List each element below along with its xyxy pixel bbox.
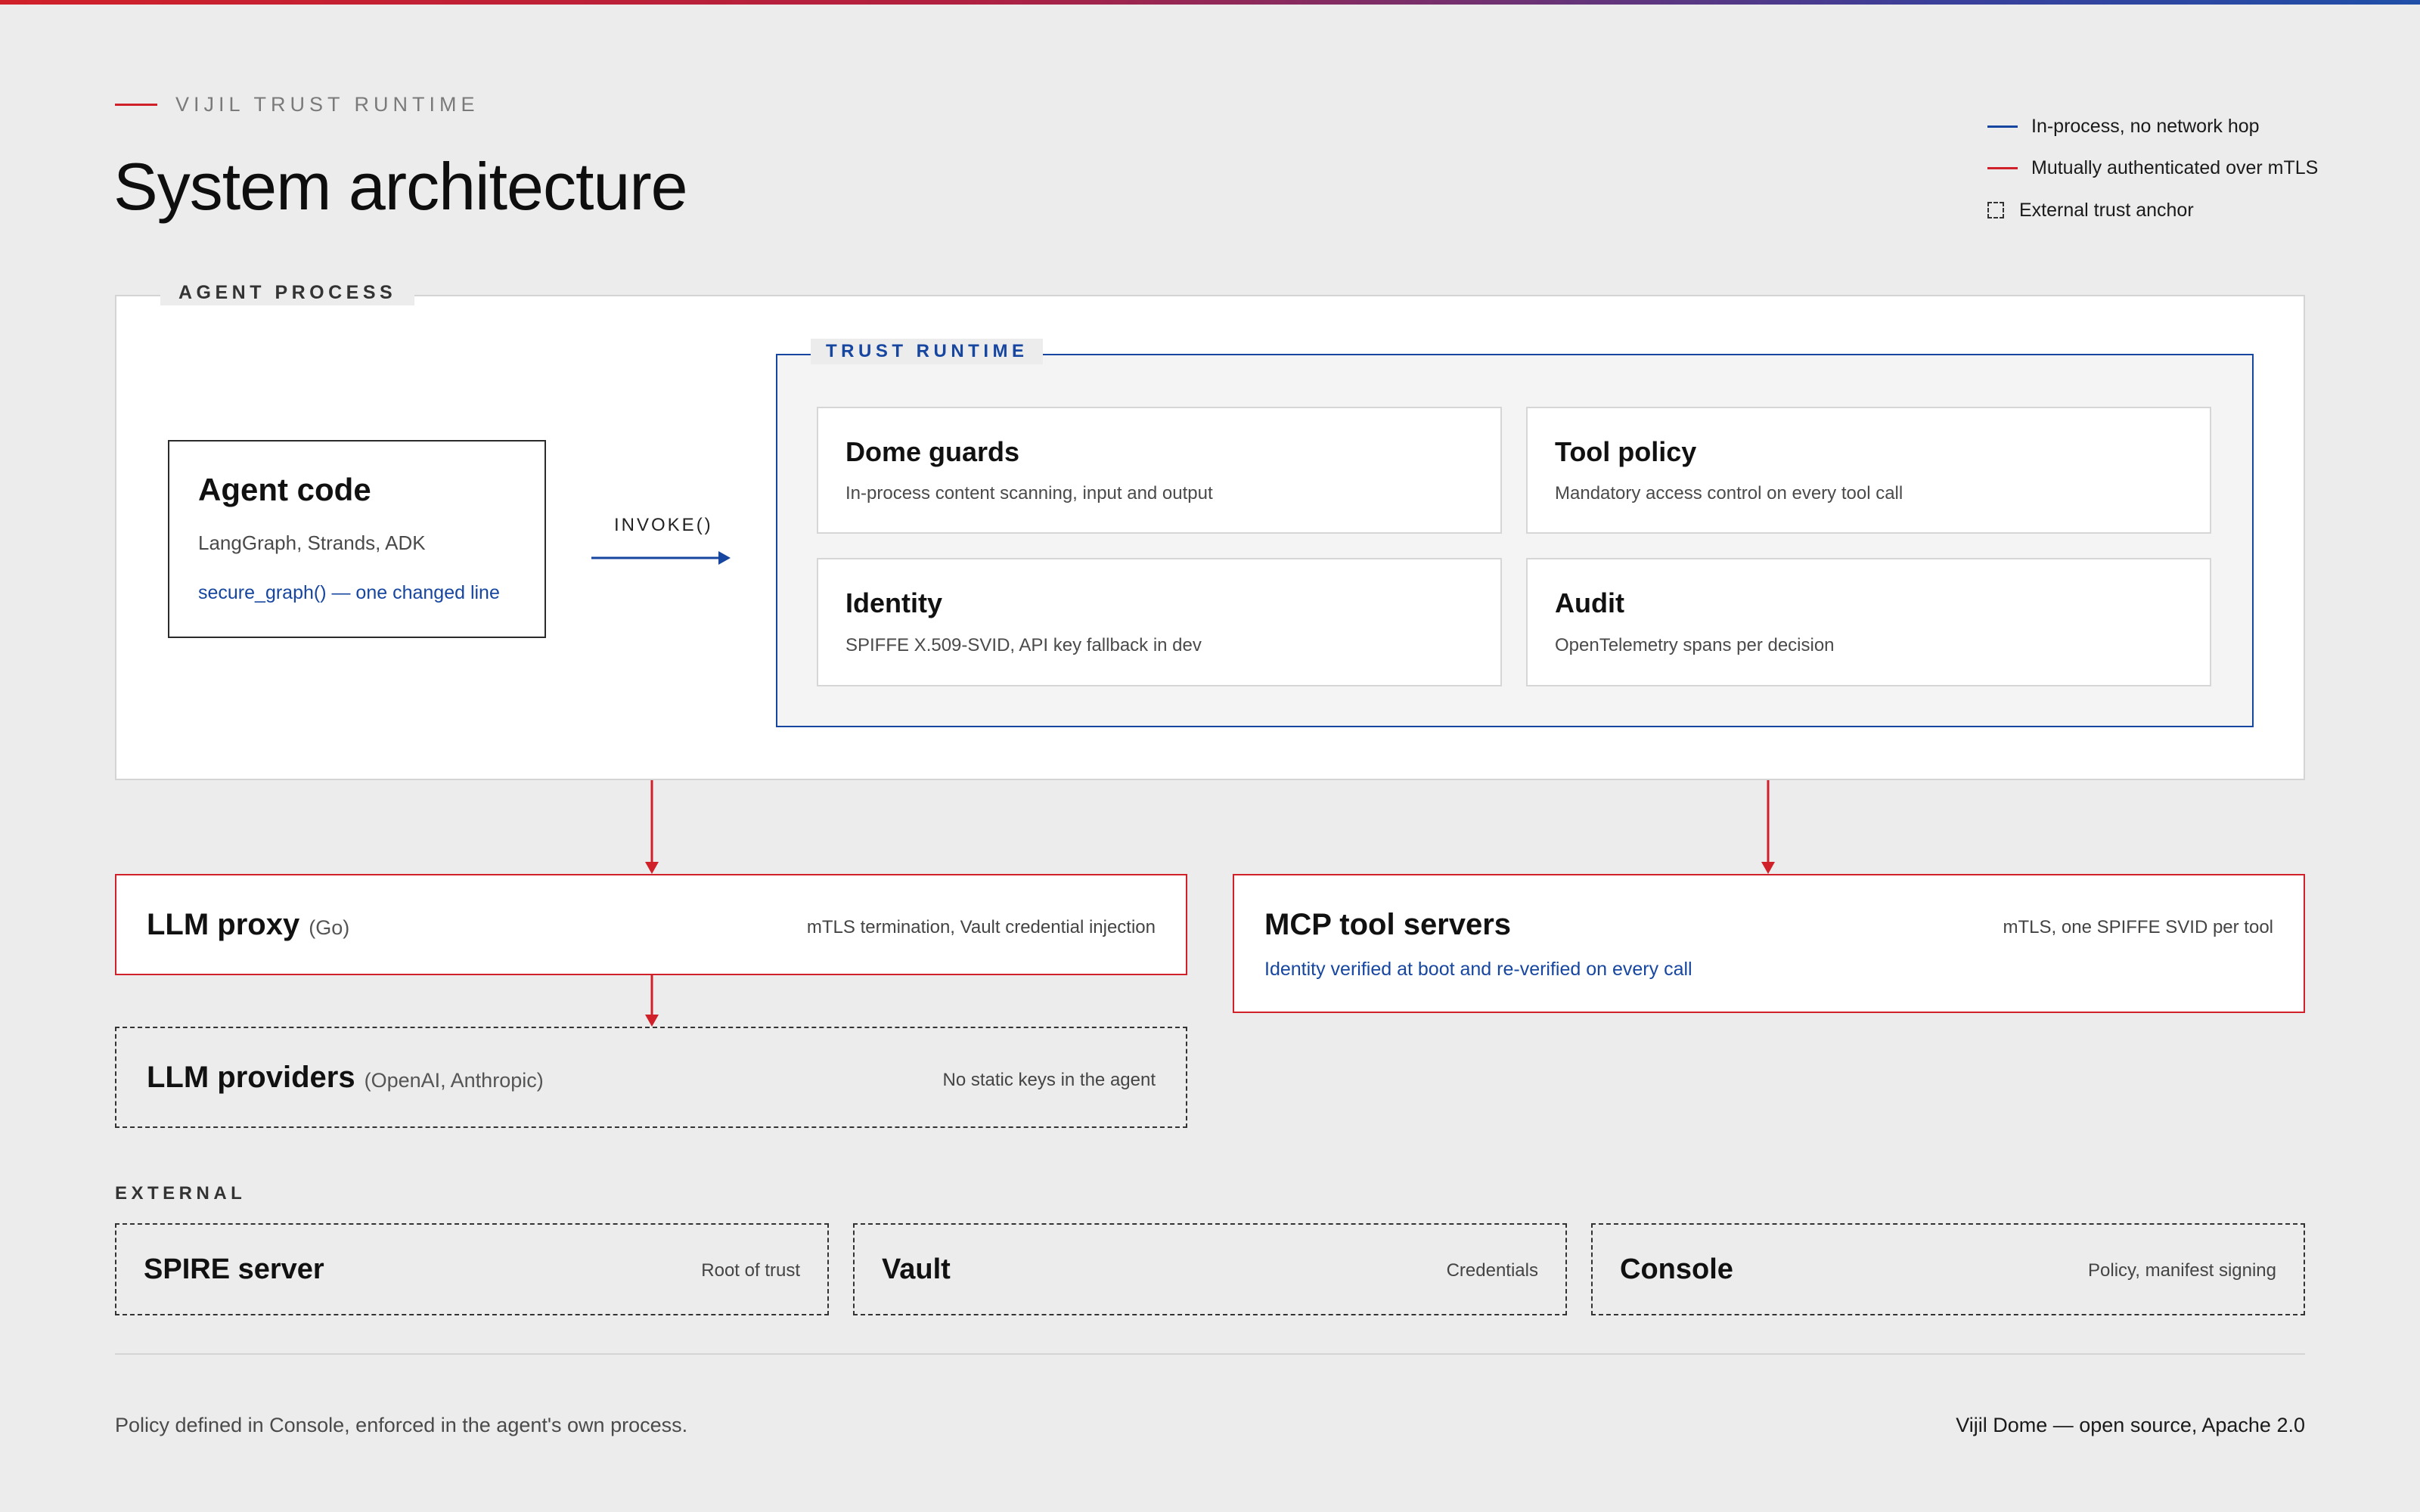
audit-subtitle: OpenTelemetry spans per decision xyxy=(1555,635,1835,655)
llm-proxy-language: (Go) xyxy=(309,916,350,939)
llm-providers-vendors: (OpenAI, Anthropic) xyxy=(364,1069,544,1092)
page-title: System architecture xyxy=(113,149,688,224)
eyebrow-label: VIJIL TRUST RUNTIME xyxy=(175,93,479,116)
legend-item-external-anchor: External trust anchor xyxy=(2019,200,2194,221)
legend-blue-line xyxy=(1987,125,2018,128)
external-section-label: EXTERNAL xyxy=(115,1183,247,1204)
llm-proxy-heading: LLM proxy (Go) xyxy=(147,906,349,947)
tool-policy-title: Tool policy xyxy=(1555,436,1697,467)
tool-policy-subtitle: Mandatory access control on every tool c… xyxy=(1555,483,1903,503)
audit-title: Audit xyxy=(1555,587,1624,618)
llm-providers-heading: LLM providers (OpenAI, Anthropic) xyxy=(147,1058,544,1099)
spire-server-title: SPIRE server xyxy=(144,1253,324,1285)
mcp-identity-verification-note: Identity verified at boot and re-verifie… xyxy=(1264,959,1692,980)
tool-policy-card xyxy=(1526,407,2211,534)
spire-server-detail: Root of trust xyxy=(701,1260,800,1281)
agent-to-mcp-arrow xyxy=(1761,780,1775,874)
llm-providers-detail: No static keys in the agent xyxy=(942,1070,1156,1090)
console-title: Console xyxy=(1620,1253,1733,1285)
agent-code-change-note: secure_graph() — one changed line xyxy=(198,582,500,603)
trust-runtime-label: TRUST RUNTIME xyxy=(811,339,1044,364)
agent-process-label: AGENT PROCESS xyxy=(160,280,415,305)
mcp-tool-servers-box xyxy=(1233,874,2305,1013)
top-gradient-bar xyxy=(0,0,2420,5)
identity-card xyxy=(817,558,1502,686)
llm-proxy-detail: mTLS termination, Vault credential injec… xyxy=(806,917,1156,937)
footer-license: Vijil Dome — open source, Apache 2.0 xyxy=(1956,1414,2305,1436)
vault-detail: Credentials xyxy=(1446,1260,1538,1281)
eyebrow-rule xyxy=(115,104,157,106)
invoke-label: INVOKE() xyxy=(614,515,713,535)
dome-guards-title: Dome guards xyxy=(845,436,1020,467)
dome-guards-card xyxy=(817,407,1502,534)
agent-code-frameworks: LangGraph, Strands, ADK xyxy=(198,531,426,554)
legend-item-mtls: Mutually authenticated over mTLS xyxy=(2031,157,2319,178)
audit-card xyxy=(1526,558,2211,686)
identity-title: Identity xyxy=(845,587,943,618)
footer-note: Policy defined in Console, enforced in t… xyxy=(115,1414,688,1436)
legend-dashed-box-icon xyxy=(1987,202,2004,218)
mcp-tool-servers-title: MCP tool servers xyxy=(1264,908,1512,941)
mcp-tool-servers-detail: mTLS, one SPIFFE SVID per tool xyxy=(2003,917,2273,937)
footer-divider xyxy=(115,1353,2305,1355)
proxy-to-providers-arrow xyxy=(645,975,659,1027)
llm-proxy-title: LLM proxy xyxy=(147,908,300,941)
agent-to-llm-proxy-arrow xyxy=(645,780,659,874)
console-detail: Policy, manifest signing xyxy=(2088,1260,2276,1281)
dome-guards-subtitle: In-process content scanning, input and o… xyxy=(845,483,1213,503)
legend-red-line xyxy=(1987,167,2018,169)
identity-subtitle: SPIFFE X.509-SVID, API key fallback in d… xyxy=(845,635,1202,655)
legend-item-in-process: In-process, no network hop xyxy=(2031,116,2260,137)
llm-providers-title: LLM providers xyxy=(147,1061,355,1094)
agent-code-title: Agent code xyxy=(198,472,371,507)
vault-title: Vault xyxy=(882,1253,951,1285)
